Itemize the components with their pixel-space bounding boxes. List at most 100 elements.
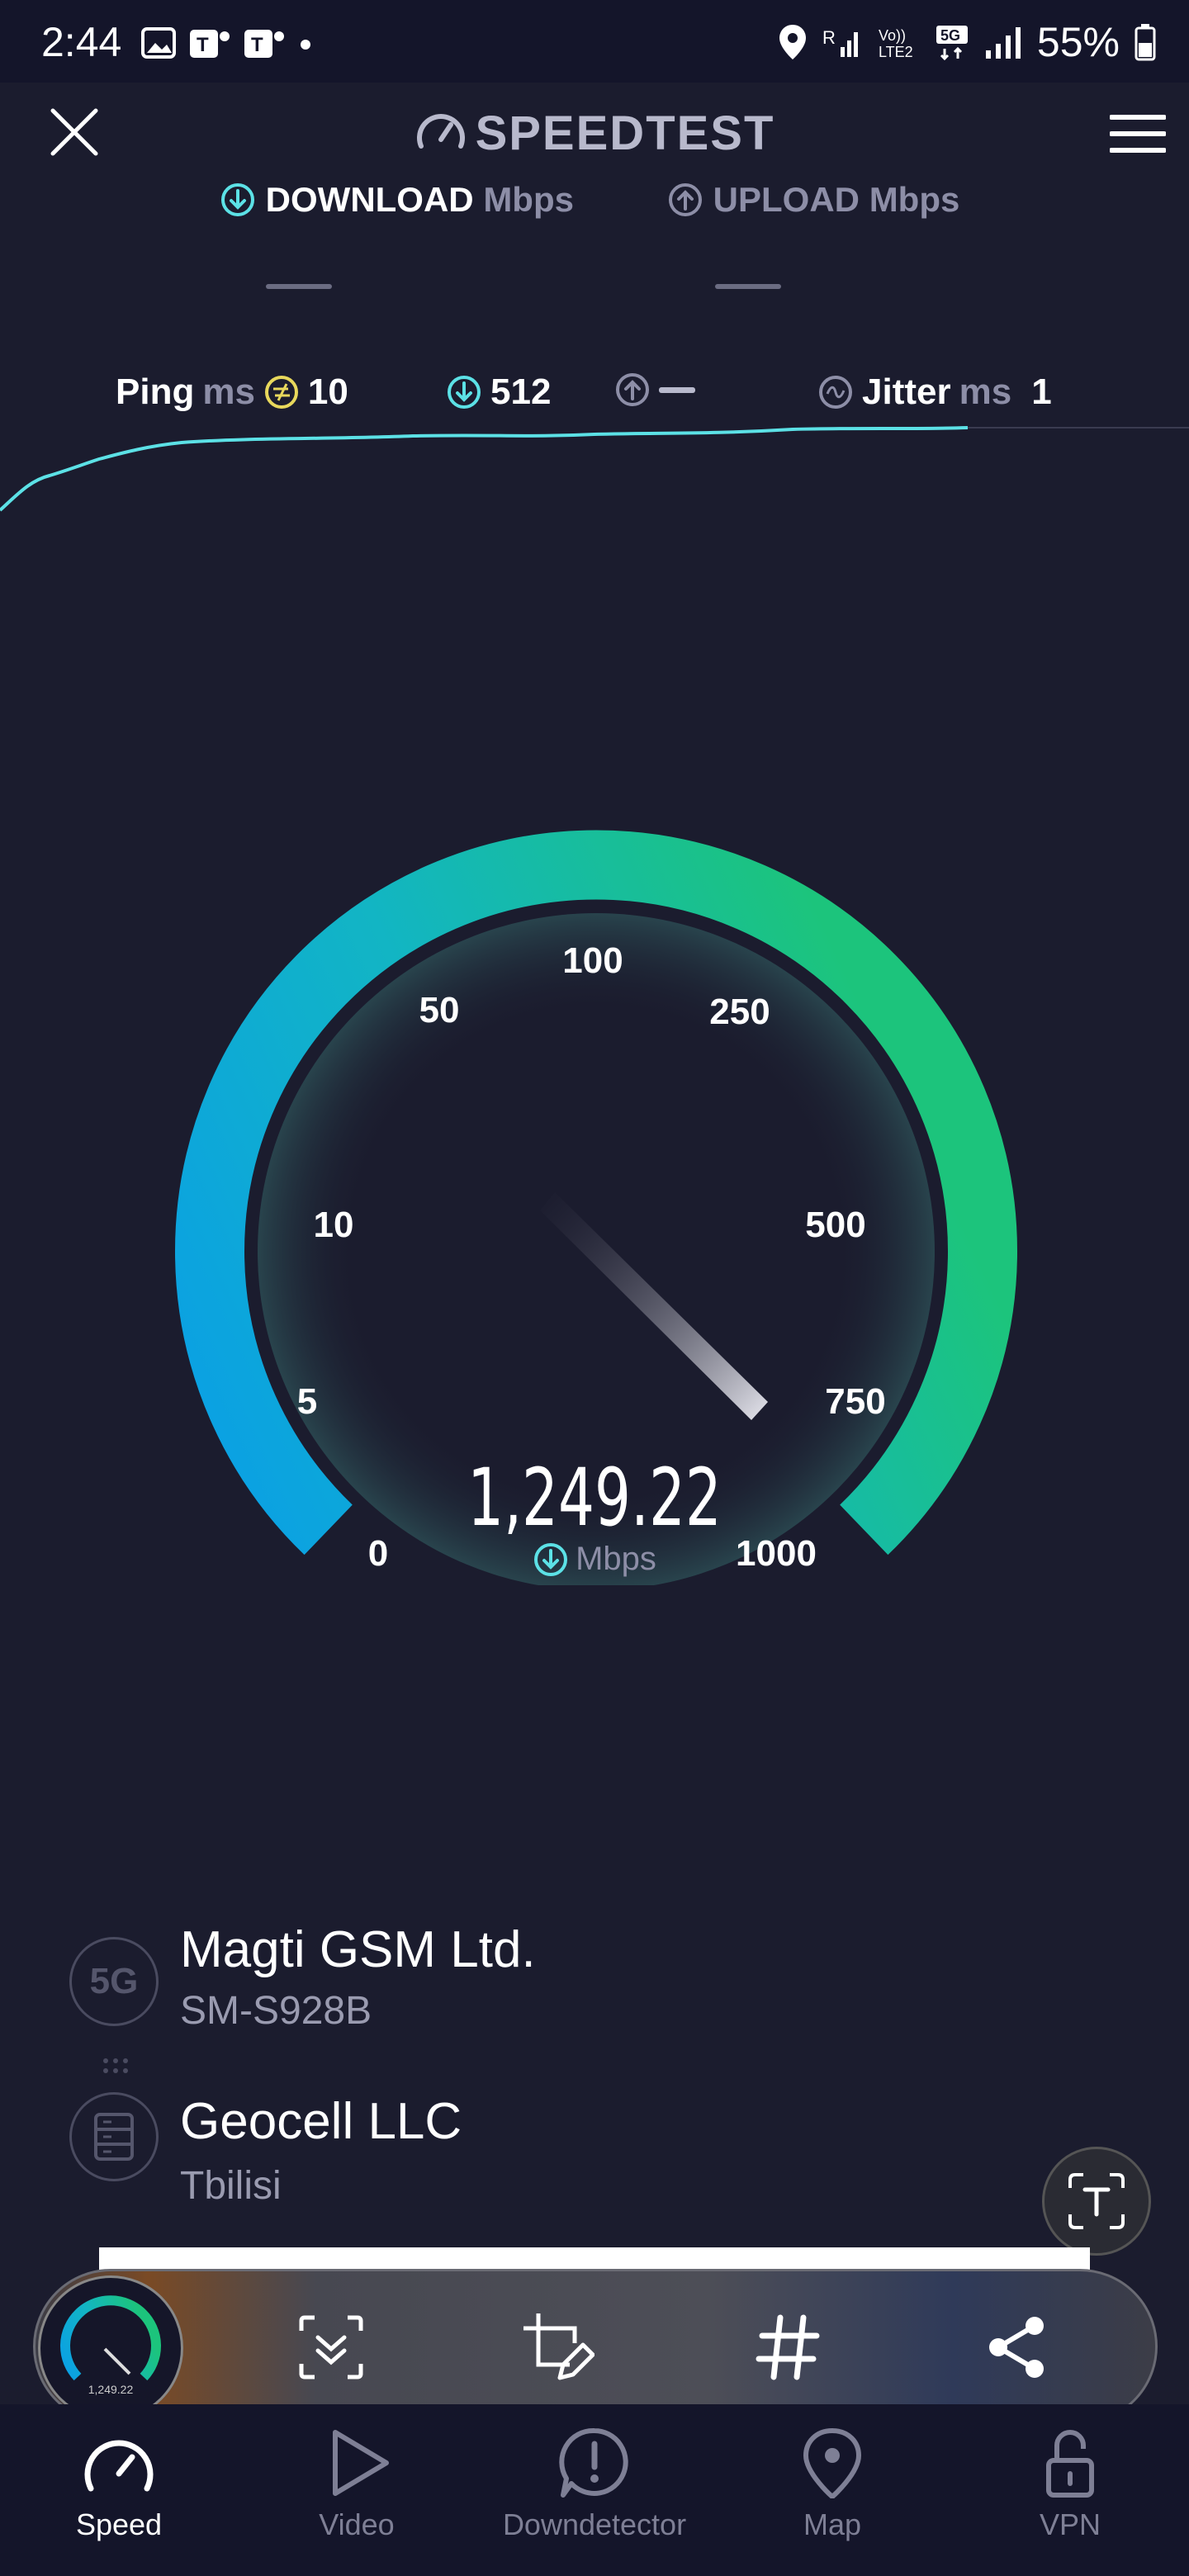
upload-arrow-icon — [616, 373, 649, 406]
speedometer-icon — [416, 114, 465, 149]
text-scan-icon — [1068, 2173, 1125, 2229]
hashtag-button[interactable] — [751, 2310, 826, 2384]
svg-text:LTE2: LTE2 — [879, 44, 913, 60]
teams-icon: T — [190, 30, 230, 58]
status-right: R Vo)) LTE2 5G 55% — [778, 18, 1156, 66]
ping-label: Ping — [116, 372, 195, 412]
hamburger-menu-icon — [1109, 115, 1167, 153]
gauge-tick-250: 250 — [709, 992, 770, 1032]
share-button[interactable] — [979, 2310, 1054, 2384]
lock-icon — [1046, 2430, 1094, 2498]
ping-value: 10 — [307, 372, 348, 412]
network-type-badge: 5G — [69, 1937, 159, 2026]
server-name[interactable]: Geocell LLC — [180, 2092, 462, 2151]
tab-download[interactable]: DOWNLOAD Mbps — [220, 180, 574, 220]
ping-metric: Ping ms 10 — [116, 372, 348, 413]
upload-metric-dash — [659, 386, 695, 393]
network-badge-text: 5G — [89, 1961, 139, 2001]
map-pin-icon — [803, 2427, 862, 2500]
nav-label-video: Video — [319, 2507, 395, 2541]
gauge-tick-750: 750 — [825, 1381, 885, 1422]
gallery-icon — [141, 27, 176, 59]
text-extract-button[interactable] — [1042, 2147, 1151, 2256]
signal-icon — [985, 27, 1021, 59]
download-arrow-icon — [534, 1543, 568, 1576]
svg-text:T: T — [251, 34, 263, 56]
nav-item-video[interactable]: Video — [238, 2427, 476, 2542]
upload-arrow-icon — [669, 183, 702, 216]
dot-icon — [301, 40, 310, 50]
gauge-tick-100: 100 — [562, 940, 623, 981]
battery-icon — [1135, 24, 1156, 61]
svg-text:R: R — [822, 27, 836, 48]
nav-label-speed: Speed — [75, 2507, 163, 2541]
svg-text:5G: 5G — [940, 27, 960, 44]
device-model: SM-S928B — [180, 1989, 372, 2033]
thumbnail-gauge-icon: 1,249.22 — [60, 2295, 161, 2396]
tab-upload-label: UPLOAD — [713, 180, 860, 219]
nav-label-map: Map — [803, 2507, 862, 2541]
svg-text:T: T — [197, 34, 209, 56]
gauge-tick-50: 50 — [419, 990, 460, 1030]
notification-icons: T T — [140, 25, 314, 61]
tab-download-unit: Mbps — [483, 180, 574, 219]
speed-unit: Mbps — [576, 1541, 656, 1577]
play-icon — [333, 2430, 389, 2496]
upload-metric — [614, 372, 695, 408]
menu-button[interactable] — [1109, 112, 1167, 159]
server-badge — [69, 2092, 159, 2181]
jitter-icon — [819, 376, 852, 409]
speed-unit-row: Mbps — [0, 1541, 1189, 1578]
location-icon — [779, 25, 806, 59]
connection-dots-icon — [103, 2058, 128, 2073]
app-title: SPEEDTEST — [0, 106, 1189, 161]
jitter-unit: ms — [959, 372, 1012, 412]
nav-item-speed[interactable]: Speed — [0, 2427, 238, 2542]
nav-label-downdetector: Downdetector — [502, 2507, 687, 2541]
nav-item-vpn[interactable]: VPN — [951, 2427, 1189, 2542]
scroll-capture-button[interactable] — [294, 2310, 368, 2384]
speed-value: 1,249.22 — [467, 1451, 722, 1544]
app-title-text: SPEEDTEST — [475, 107, 775, 160]
scroll-capture-icon — [299, 2315, 363, 2379]
edit-button[interactable] — [520, 2310, 594, 2384]
server-icon — [94, 2113, 134, 2161]
5g-icon: 5G — [936, 26, 968, 60]
gauge-tick-500: 500 — [805, 1205, 865, 1245]
jitter-label: Jitter — [862, 372, 951, 412]
status-time: 2:44 — [41, 19, 122, 65]
tab-download-label: DOWNLOAD — [265, 180, 474, 219]
signal-r-icon: R — [822, 27, 858, 57]
share-icon — [989, 2317, 1044, 2378]
battery-percent: 55% — [1036, 19, 1120, 65]
gauge-tick-5: 5 — [297, 1381, 317, 1422]
nav-item-downdetector[interactable]: Downdetector — [476, 2427, 713, 2542]
download-arrow-icon — [448, 376, 481, 409]
isp-name: Magti GSM Ltd. — [180, 1921, 536, 1978]
ping-unit: ms — [202, 372, 255, 412]
download-value-placeholder — [266, 284, 332, 289]
nav-label-vpn: VPN — [1039, 2507, 1101, 2541]
gauge-tick-10: 10 — [314, 1205, 354, 1245]
volte-icon: Vo))LTE2 — [879, 27, 913, 60]
svg-text:Vo)): Vo)) — [879, 27, 906, 44]
alert-icon — [559, 2427, 628, 2498]
graph-line — [0, 426, 969, 512]
screenshot-thumbnail[interactable]: 1,249.22 — [38, 2275, 183, 2421]
nav-item-map[interactable]: Map — [713, 2427, 951, 2542]
edit-crop-icon — [523, 2313, 594, 2380]
download-metric-value: 512 — [490, 372, 552, 412]
teams-icon: T — [244, 30, 284, 58]
hashtag-icon — [756, 2314, 820, 2380]
download-metric: 512 — [446, 372, 551, 413]
download-arrow-icon — [221, 183, 254, 216]
ping-idle-icon — [264, 376, 298, 409]
jitter-value: 1 — [1031, 372, 1052, 412]
server-location: Tbilisi — [180, 2164, 282, 2208]
jitter-metric: Jitter ms 1 — [817, 372, 1052, 413]
tab-upload[interactable]: UPLOAD Mbps — [667, 180, 959, 220]
speed-graph — [0, 426, 1189, 512]
status-bar: 2:44 T T R Vo)) LTE2 5G 55% — [0, 0, 1189, 83]
thumbnail-value: 1,249.22 — [88, 2383, 134, 2396]
upload-value-placeholder — [715, 284, 781, 289]
